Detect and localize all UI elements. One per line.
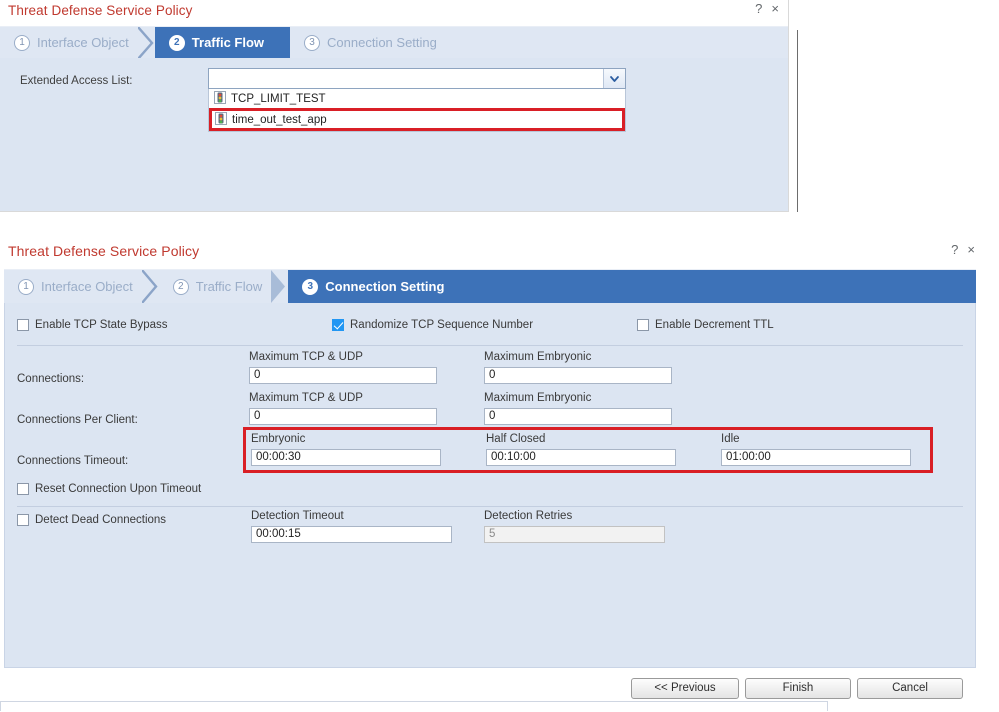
finish-button[interactable]: Finish [745,678,851,699]
connection-setting-body: Enable TCP State Bypass Randomize TCP Se… [4,303,976,668]
extended-access-list-combobox[interactable] [208,68,626,89]
traffic-flow-body: Extended Access List: TCP_LIMIT_TEST tim… [0,58,788,211]
extended-access-list-label: Extended Access List: [20,75,133,87]
close-icon[interactable]: × [771,2,779,16]
dialog-titlebar: Threat Defense Service Policy ? × [0,238,999,269]
step-interface-object[interactable]: 1 Interface Object [4,270,159,303]
connections-max-embryonic-input[interactable]: 0 [484,367,672,384]
list-item[interactable]: TCP_LIMIT_TEST [209,89,625,108]
checkbox-label: Reset Connection Upon Timeout [35,483,202,495]
step-label: Traffic Flow [191,35,265,50]
checkbox-box[interactable] [637,319,649,331]
step-label: Connection Setting [325,279,445,294]
checkbox-reset-connection-upon-timeout[interactable]: Reset Connection Upon Timeout [17,483,201,495]
chevron-right-icon [273,27,291,58]
connections-timeout-idle-input[interactable]: 01:00:00 [721,449,911,466]
step-traffic-flow[interactable]: 2 Traffic Flow [154,27,291,58]
step-number: 1 [18,278,34,295]
chevron-right-icon [271,270,289,303]
chevron-right-icon [141,270,160,303]
detection-retries-label: Detection Retries [484,510,573,522]
wizard-stepbar: 1 Interface Object 2 Traffic Flow 3 Conn… [4,269,976,303]
page-title: Threat Defense Service Policy [8,3,193,18]
step-label: Interface Object [37,35,129,50]
checkbox-box[interactable] [17,483,29,495]
extended-access-list-input[interactable] [209,69,603,88]
extended-access-list-dropdown[interactable]: TCP_LIMIT_TEST time_out_test_app [208,89,626,132]
page-title: Threat Defense Service Policy [8,243,200,259]
list-item-label: TCP_LIMIT_TEST [231,92,326,105]
window-controls: ? × [951,243,975,257]
acl-traffic-light-icon [215,111,227,128]
cancel-button[interactable]: Cancel [857,678,963,699]
connections-per-client-row-label: Connections Per Client: [17,414,138,426]
acl-traffic-light-icon [214,90,226,107]
connections-per-client-max-tcp-udp-label: Maximum TCP & UDP [249,392,363,404]
detection-timeout-input[interactable]: 00:00:15 [251,526,452,543]
window-edge-marker [797,30,798,212]
checkbox-box[interactable] [332,319,344,331]
step-connection-setting[interactable]: 3 Connection Setting [290,27,463,58]
connections-max-tcp-udp-label: Maximum TCP & UDP [249,351,363,363]
checkbox-enable-decrement-ttl[interactable]: Enable Decrement TTL [637,319,774,331]
step-traffic-flow[interactable]: 2 Traffic Flow [158,270,289,303]
step-label: Traffic Flow [195,279,263,294]
connections-per-client-max-tcp-udp-input[interactable]: 0 [249,408,437,425]
checkbox-detect-dead-connections[interactable]: Detect Dead Connections [17,514,166,526]
checkbox-box[interactable] [17,514,29,526]
close-icon[interactable]: × [967,243,975,257]
connections-per-client-max-embryonic-label: Maximum Embryonic [484,392,592,404]
traffic-flow-dialog: Threat Defense Service Policy ? × 1 Inte… [0,0,789,212]
step-label: Interface Object [41,279,133,294]
help-icon[interactable]: ? [755,2,762,16]
connections-per-client-max-embryonic-input[interactable]: 0 [484,408,672,425]
step-connection-setting[interactable]: 3 Connection Setting [288,270,471,303]
connections-timeout-half-closed-input[interactable]: 00:10:00 [486,449,676,466]
divider [17,506,963,507]
detection-retries-input[interactable]: 5 [484,526,665,543]
top-options-row: Enable TCP State Bypass Randomize TCP Se… [5,319,975,346]
stepbar-filler [470,270,976,303]
chevron-right-icon [137,27,156,58]
divider [17,345,963,346]
step-interface-object[interactable]: 1 Interface Object [0,27,155,58]
checkbox-label: Randomize TCP Sequence Number [350,319,534,331]
connections-timeout-row-label: Connections Timeout: [17,455,129,467]
connections-timeout-half-closed-label: Half Closed [486,433,546,445]
step-number: 3 [304,34,321,51]
chevron-down-icon[interactable] [603,69,625,88]
checkbox-box[interactable] [17,319,29,331]
dialog-titlebar: Threat Defense Service Policy ? × [0,0,788,26]
connections-max-embryonic-label: Maximum Embryonic [484,351,592,363]
step-label: Connection Setting [327,35,437,50]
connections-row-label: Connections: [17,373,85,385]
step-number: 3 [302,278,319,295]
window-controls: ? × [755,2,779,16]
wizard-stepbar: 1 Interface Object 2 Traffic Flow 3 Conn… [0,26,788,58]
connections-timeout-embryonic-input[interactable]: 00:00:30 [251,449,441,466]
checkbox-label: Enable TCP State Bypass [35,319,168,331]
help-icon[interactable]: ? [951,243,958,257]
checkbox-randomize-tcp-sequence-number[interactable]: Randomize TCP Sequence Number [332,319,533,331]
list-item-label: time_out_test_app [232,113,327,126]
list-item[interactable]: time_out_test_app [209,108,625,131]
step-number: 2 [172,278,189,295]
checkbox-enable-tcp-state-bypass[interactable]: Enable TCP State Bypass [17,319,168,331]
connection-setting-dialog: Threat Defense Service Policy ? × 1 Inte… [0,238,999,712]
checkbox-label: Detect Dead Connections [35,514,167,526]
connections-max-tcp-udp-input[interactable]: 0 [249,367,437,384]
detection-timeout-label: Detection Timeout [251,510,344,522]
previous-button[interactable]: << Previous [631,678,739,699]
step-number: 1 [14,34,30,51]
connections-timeout-idle-label: Idle [721,433,740,445]
checkbox-label: Enable Decrement TTL [655,319,774,331]
step-number: 2 [168,34,185,51]
connections-timeout-embryonic-label: Embryonic [251,433,306,445]
stepbar-filler [462,27,788,58]
background-window-edge [0,701,828,711]
